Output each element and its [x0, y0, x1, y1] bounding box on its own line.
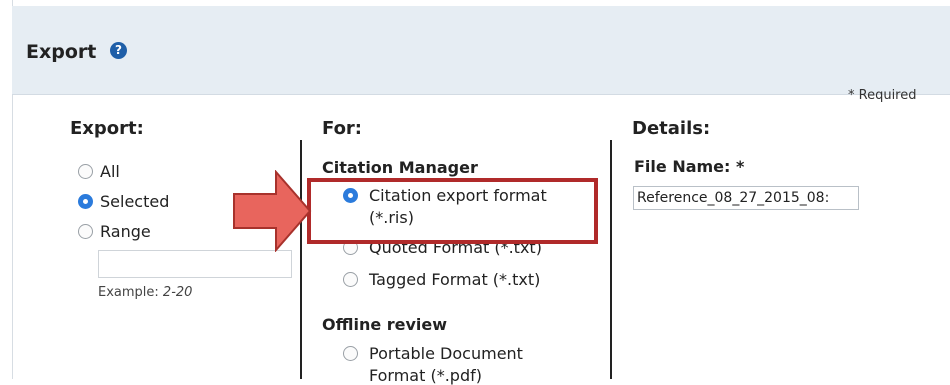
column-divider-2	[610, 140, 612, 379]
tagged-format-label[interactable]: Tagged Format (*.txt)	[369, 270, 540, 289]
export-column-title: Export:	[70, 118, 144, 139]
example-value: 2-20	[162, 285, 193, 300]
radio-all[interactable]	[78, 164, 93, 179]
panel-header: Export ?	[12, 6, 950, 95]
file-name-label: File Name: *	[634, 157, 745, 176]
file-name-input[interactable]	[633, 186, 859, 210]
required-note: * Required	[848, 88, 917, 103]
radio-all-label[interactable]: All	[100, 162, 120, 181]
highlight-box	[307, 178, 598, 244]
pdf-format-label-line2[interactable]: Format (*.pdf)	[369, 366, 482, 385]
radio-selected[interactable]	[78, 194, 93, 209]
pdf-format-label-line1[interactable]: Portable Document	[369, 344, 523, 363]
for-column-title: For:	[322, 118, 363, 139]
help-question-icon[interactable]: ?	[110, 42, 127, 59]
page-title: Export	[26, 41, 97, 63]
example-prefix: Example:	[98, 285, 159, 300]
range-example: Example: 2-20	[98, 285, 192, 300]
citation-manager-heading: Citation Manager	[322, 158, 478, 177]
details-column-title: Details:	[632, 118, 711, 139]
radio-range-label[interactable]: Range	[100, 222, 151, 241]
radio-range[interactable]	[78, 224, 93, 239]
offline-review-heading: Offline review	[322, 315, 448, 334]
radio-pdf-format[interactable]	[343, 346, 358, 361]
range-input[interactable]	[98, 250, 292, 278]
radio-tagged-format[interactable]	[343, 272, 358, 287]
radio-selected-label[interactable]: Selected	[100, 192, 169, 211]
pointer-arrow-icon	[233, 170, 312, 252]
